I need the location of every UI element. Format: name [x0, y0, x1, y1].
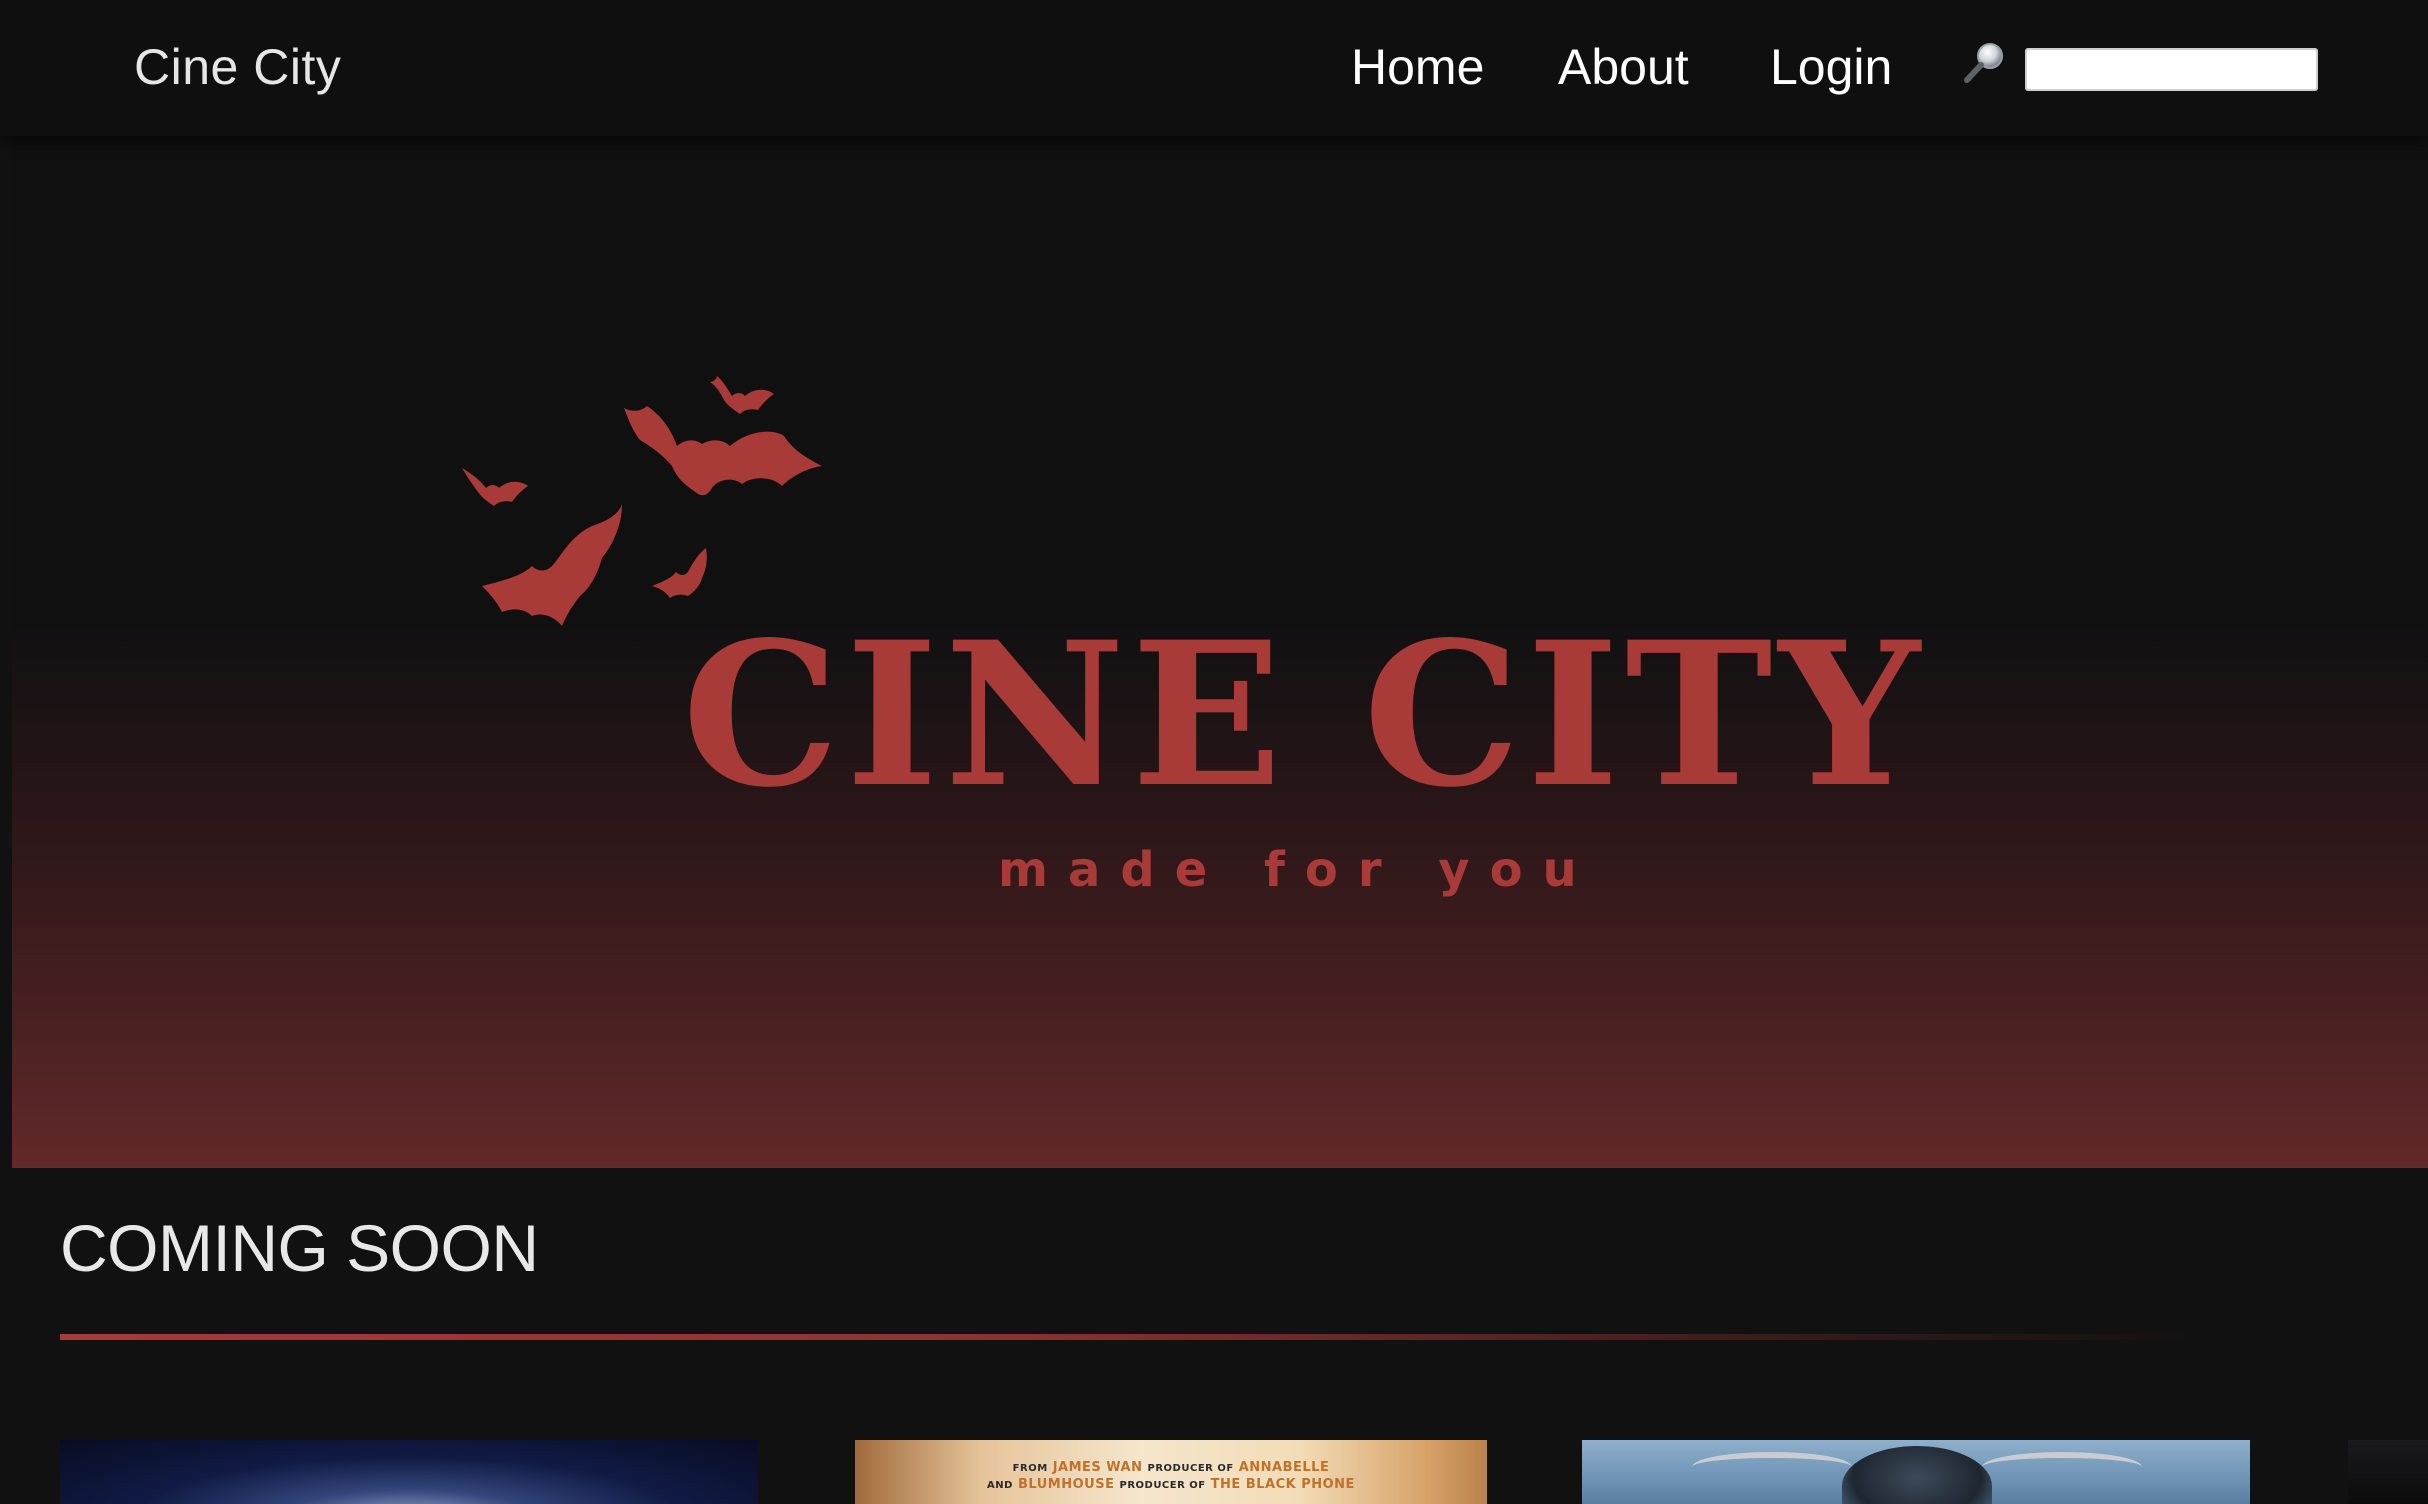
section-divider: [60, 1334, 2200, 1340]
poster-credit-line: AND BLUMHOUSE PRODUCER OF THE BLACK PHON…: [987, 1477, 1355, 1492]
top-navbar: Cine City Home About Login: [0, 0, 2428, 136]
poster-art: [1982, 1452, 2142, 1482]
search-input[interactable]: [2025, 48, 2318, 91]
movie-poster[interactable]: [1582, 1440, 2250, 1504]
search-icon[interactable]: [1962, 40, 2006, 86]
nav-login-link[interactable]: Login: [1770, 38, 1892, 96]
poster-credit-line: FROM JAMES WAN PRODUCER OF ANNABELLE: [1012, 1460, 1330, 1475]
poster-art: [1842, 1446, 1992, 1504]
hero-logo-title: CINE CITY: [682, 598, 1926, 831]
movie-poster[interactable]: [60, 1440, 758, 1504]
nav-about-link[interactable]: About: [1558, 38, 1689, 96]
hero-banner: CINE CITY made for you: [12, 136, 2428, 1168]
movie-poster[interactable]: FROM JAMES WAN PRODUCER OF ANNABELLE AND…: [855, 1440, 1487, 1504]
coming-soon-heading: COMING SOON: [60, 1211, 539, 1285]
poster-art: [1692, 1452, 1852, 1482]
hero-logo-tagline: made for you: [998, 842, 1597, 898]
movie-poster[interactable]: [2348, 1440, 2428, 1504]
nav-home-link[interactable]: Home: [1351, 38, 1484, 96]
brand-link[interactable]: Cine City: [134, 38, 341, 96]
